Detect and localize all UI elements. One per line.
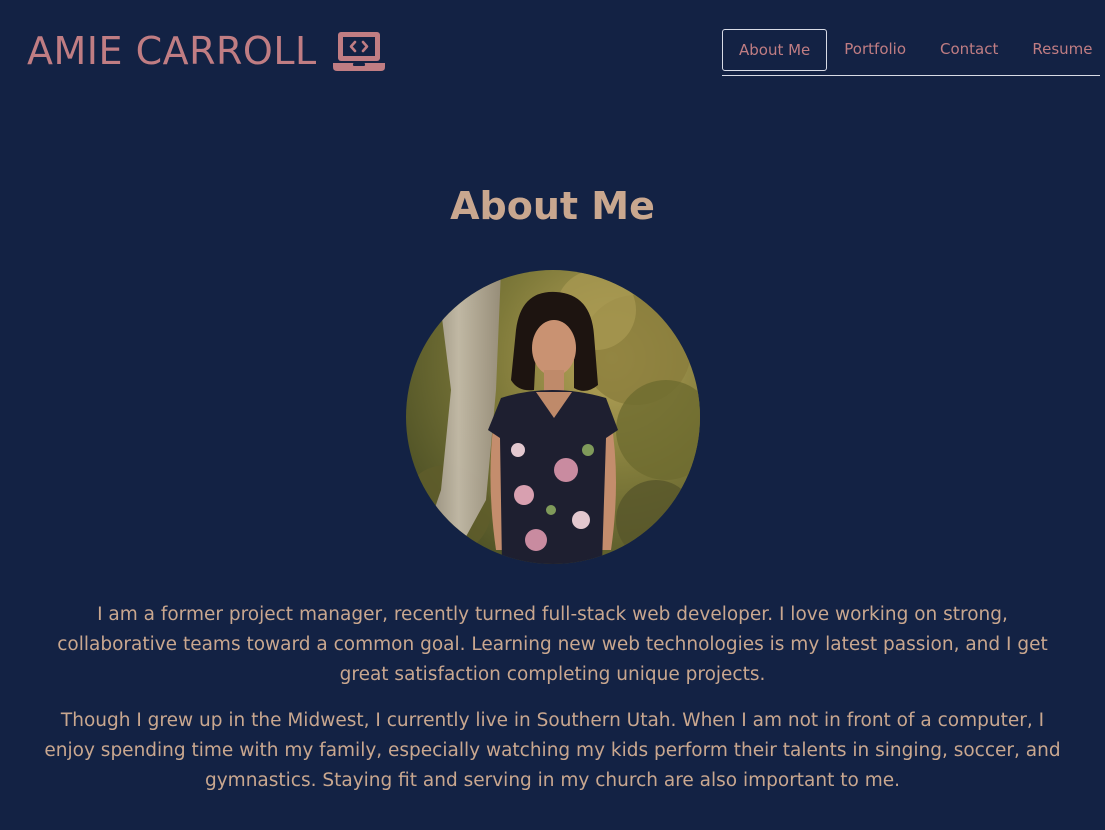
nav-item-contact[interactable]: Contact [923,29,1015,69]
site-header: AMIE CARROLL About Me Portfolio Contact … [0,0,1105,100]
nav-item-about-me[interactable]: About Me [722,29,828,71]
laptop-code-icon [332,30,385,72]
bio: I am a former project manager, recently … [40,600,1065,812]
nav-item-portfolio[interactable]: Portfolio [827,29,923,69]
nav-item-resume[interactable]: Resume [1015,29,1105,69]
brand-name: AMIE CARROLL [27,29,317,73]
brand[interactable]: AMIE CARROLL [27,26,385,76]
bio-paragraph: I am a former project manager, recently … [57,604,1048,685]
page-title: About Me [450,184,655,228]
bio-paragraph: Though I grew up in the Midwest, I curre… [44,710,1061,791]
main-nav: About Me Portfolio Contact Resume [722,29,1100,76]
profile-photo [406,270,700,564]
